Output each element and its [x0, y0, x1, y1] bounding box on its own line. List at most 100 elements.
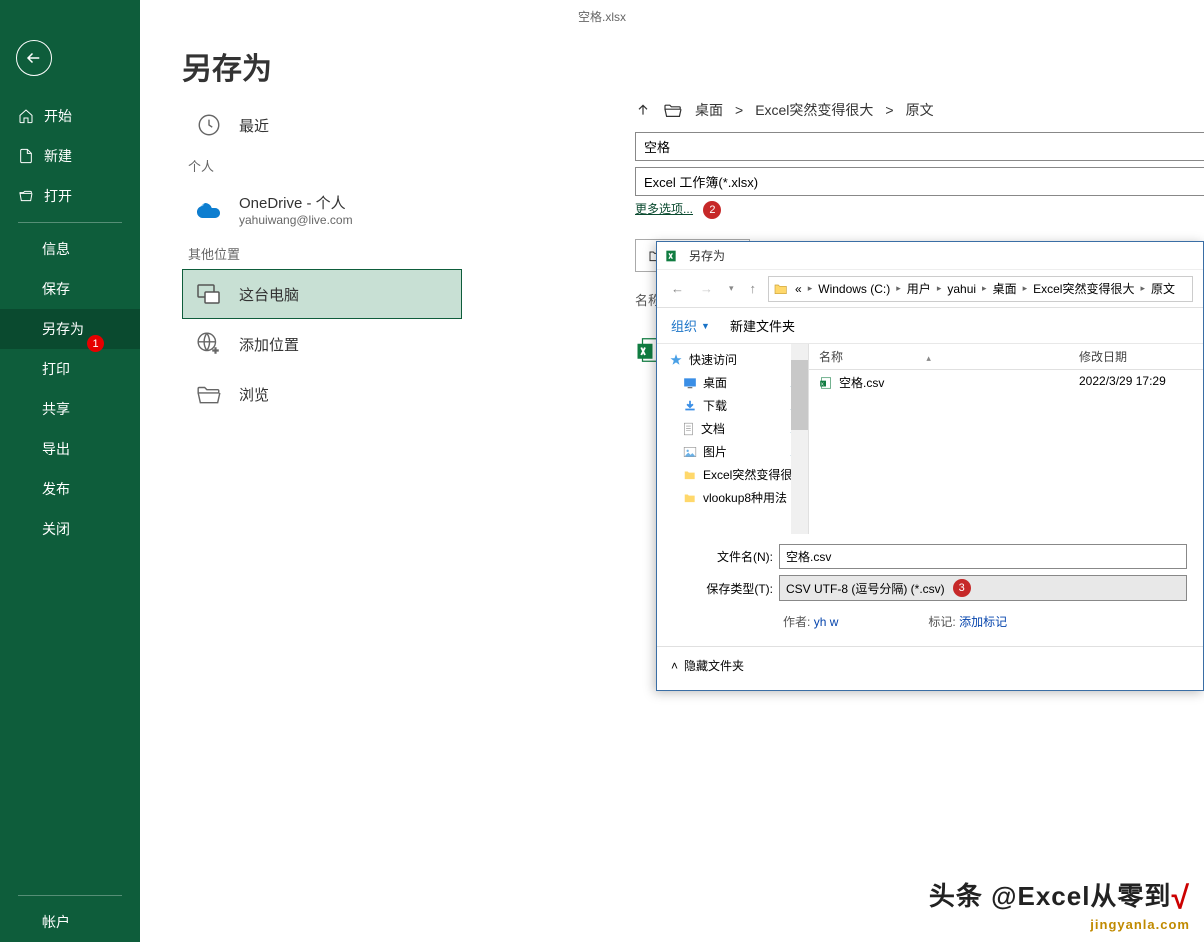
- nav-publish[interactable]: 发布: [0, 469, 140, 509]
- path-seg-5[interactable]: 原文: [1147, 280, 1179, 297]
- watermark: 头条 @Excel从零到√ jingyanla.com: [929, 876, 1190, 932]
- dialog-path-bar[interactable]: «▸ Windows (C:)▸ 用户▸ yahui▸ 桌面▸ Excel突然变…: [768, 276, 1193, 302]
- nav-open[interactable]: 打开: [0, 176, 140, 216]
- nav-info[interactable]: 信息: [0, 229, 140, 269]
- filetype-select-value: Excel 工作簿(*.xlsx): [644, 172, 758, 191]
- dialog-nav-bar: ← → ▾ ↑ «▸ Windows (C:)▸ 用户▸ yahui▸ 桌面▸ …: [657, 270, 1203, 308]
- nav-up-button[interactable]: ↑: [746, 279, 761, 298]
- location-this-pc-label: 这台电脑: [239, 284, 299, 305]
- tree-pictures[interactable]: 图片 📌: [657, 440, 808, 463]
- list-header-date[interactable]: 修改日期: [1069, 344, 1137, 369]
- sort-indicator-icon: ▴: [926, 353, 931, 363]
- back-arrow-icon: [25, 49, 43, 67]
- path-seg-3[interactable]: 桌面: [989, 280, 1021, 297]
- nav-share[interactable]: 共享: [0, 389, 140, 429]
- location-onedrive[interactable]: OneDrive - 个人 yahuiwang@live.com: [182, 181, 462, 238]
- location-browse-label: 浏览: [239, 384, 269, 405]
- location-recent[interactable]: 最近: [182, 100, 462, 150]
- nav-save[interactable]: 保存: [0, 269, 140, 309]
- filetype-select[interactable]: Excel 工作簿(*.xlsx) ▾: [635, 167, 1204, 196]
- tree-folder-2[interactable]: vlookup8种用法: [657, 486, 808, 509]
- nav-home[interactable]: 开始: [0, 96, 140, 136]
- location-this-pc[interactable]: 这台电脑: [182, 269, 462, 319]
- callout-badge-2: 2: [703, 201, 721, 219]
- tree-desktop-label: 桌面: [703, 374, 727, 391]
- back-button[interactable]: [16, 40, 52, 76]
- document-icon: [18, 148, 34, 164]
- path-seg-1[interactable]: 用户: [903, 280, 935, 297]
- nav-publish-label: 发布: [42, 479, 70, 499]
- filename-label: 文件名(N):: [673, 548, 773, 565]
- scrollbar-thumb[interactable]: [791, 360, 808, 430]
- chevron-up-icon: ˄: [671, 659, 678, 673]
- dialog-savetype-select[interactable]: CSV UTF-8 (逗号分隔) (*.csv) 3: [779, 575, 1187, 601]
- breadcrumb-seg-2[interactable]: 原文: [906, 100, 934, 120]
- tree-quick-label: 快速访问: [689, 351, 737, 368]
- breadcrumb-seg-1[interactable]: Excel突然变得很大: [755, 100, 873, 120]
- tree-downloads[interactable]: 下载 📌: [657, 394, 808, 417]
- nav-print[interactable]: 打印: [0, 349, 140, 389]
- excel-app-icon: [665, 248, 681, 264]
- location-browse[interactable]: 浏览: [182, 369, 462, 419]
- folder-icon: [773, 282, 789, 296]
- chevron-down-icon: ▼: [701, 321, 710, 331]
- tree-folder-1[interactable]: Excel突然变得很: [657, 463, 808, 486]
- home-icon: [18, 108, 34, 124]
- nav-history-dropdown[interactable]: ▾: [725, 281, 738, 296]
- list-header-name[interactable]: 名称 ▴: [809, 344, 1069, 369]
- path-seg-4[interactable]: Excel突然变得很大: [1029, 280, 1138, 297]
- tree-quick-access[interactable]: 快速访问: [657, 348, 808, 371]
- list-row-date: 2022/3/29 17:29: [1069, 370, 1176, 395]
- list-row[interactable]: X 空格.csv 2022/3/29 17:29: [809, 370, 1203, 395]
- hide-folders-label: 隐藏文件夹: [684, 657, 744, 674]
- nav-close-label: 关闭: [42, 519, 70, 539]
- tree-desktop[interactable]: 桌面 📌: [657, 371, 808, 394]
- organize-menu[interactable]: 组织 ▼: [671, 316, 710, 335]
- tree-pictures-label: 图片: [703, 443, 727, 460]
- path-overflow[interactable]: «: [791, 282, 806, 296]
- breadcrumb-sep: >: [885, 102, 893, 118]
- nav-account[interactable]: 帐户: [0, 902, 140, 942]
- desktop-icon: [683, 377, 697, 389]
- nav-print-label: 打印: [42, 359, 70, 379]
- nav-back-button[interactable]: ←: [667, 279, 688, 298]
- tree-folder-1-label: Excel突然变得很: [703, 466, 792, 483]
- author-value[interactable]: yh w: [814, 615, 839, 629]
- nav-save-as[interactable]: 另存为 1: [0, 309, 140, 349]
- tree-documents-label: 文档: [701, 420, 725, 437]
- tags-value[interactable]: 添加标记: [959, 615, 1007, 629]
- clock-icon: [195, 111, 223, 139]
- cloud-icon: [195, 196, 223, 224]
- download-icon: [683, 399, 697, 413]
- up-arrow-icon[interactable]: [635, 102, 651, 118]
- nav-new-label: 新建: [44, 146, 72, 166]
- dialog-toolbar: 组织 ▼ 新建文件夹: [657, 308, 1203, 344]
- nav-export[interactable]: 导出: [0, 429, 140, 469]
- tree-documents[interactable]: 文档 📌: [657, 417, 808, 440]
- pc-icon: [195, 280, 223, 308]
- locations-pane: 最近 个人 OneDrive - 个人 yahuiwang@live.com 其…: [182, 100, 462, 419]
- tags-label: 标记:: [928, 615, 955, 629]
- breadcrumb-seg-0[interactable]: 桌面: [695, 100, 723, 120]
- location-onedrive-title: OneDrive - 个人: [239, 195, 346, 212]
- toolbar-new-folder[interactable]: 新建文件夹: [730, 316, 795, 335]
- nav-close[interactable]: 关闭: [0, 509, 140, 549]
- nav-new[interactable]: 新建: [0, 136, 140, 176]
- nav-open-label: 打开: [44, 186, 72, 206]
- path-seg-0[interactable]: Windows (C:): [814, 282, 894, 296]
- more-options-link[interactable]: 更多选项...: [635, 200, 693, 217]
- path-seg-2[interactable]: yahui: [943, 282, 980, 296]
- location-onedrive-sub: yahuiwang@live.com: [239, 213, 353, 227]
- folder-icon: [195, 380, 223, 408]
- dialog-filename-input[interactable]: 空格.csv: [779, 544, 1187, 569]
- hide-folders-toggle[interactable]: ˄ 隐藏文件夹: [657, 646, 1203, 684]
- tree-scrollbar[interactable]: [791, 344, 808, 534]
- watermark-text-1: 头条 @Excel从零到: [929, 881, 1172, 911]
- filename-input[interactable]: [635, 132, 1204, 161]
- dialog-titlebar: 另存为: [657, 242, 1203, 270]
- backstage-sidebar: 开始 新建 打开 信息 保存 另存为 1 打印 共享 导出 发布 关闭 帐户: [0, 0, 140, 942]
- organize-label: 组织: [671, 316, 697, 335]
- nav-forward-button[interactable]: →: [696, 279, 717, 298]
- dialog-nav-tree: 快速访问 桌面 📌 下载 📌 文档 📌 图片 📌: [657, 344, 809, 534]
- location-add-place[interactable]: 添加位置: [182, 319, 462, 369]
